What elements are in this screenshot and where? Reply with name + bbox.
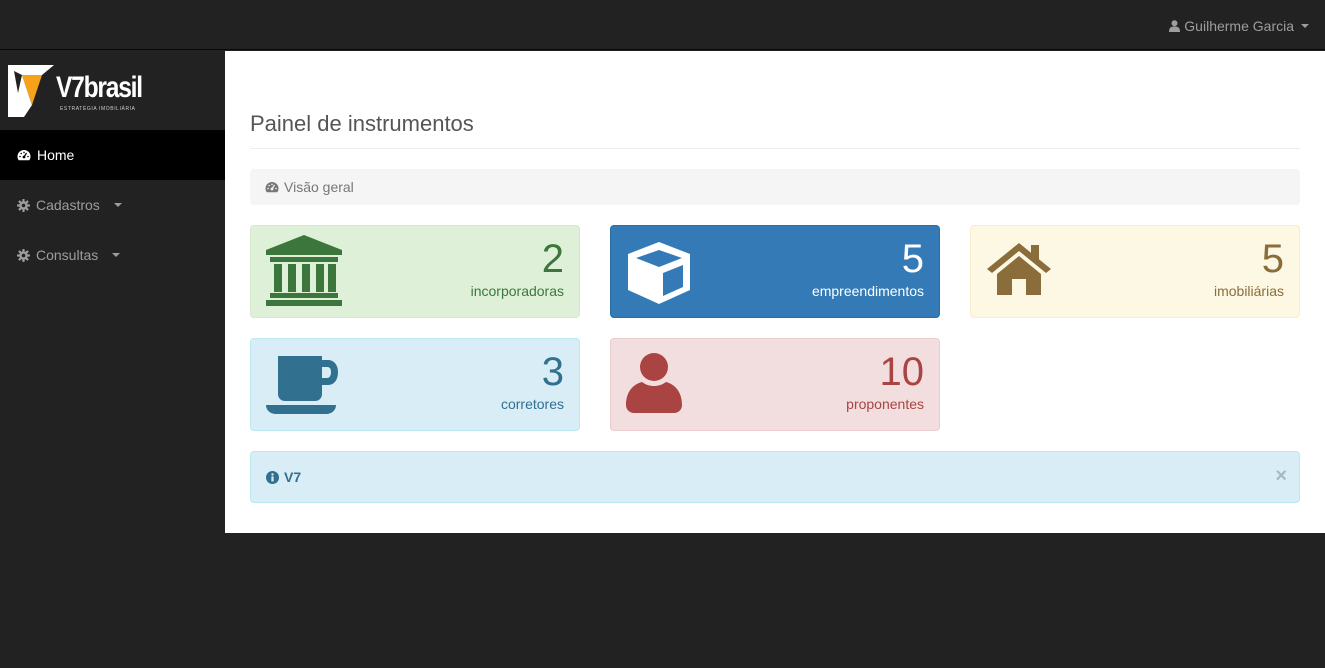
sidebar-item-label: Cadastros (36, 197, 100, 213)
sidebar-item-label: Consultas (36, 247, 99, 263)
sidebar-item-home[interactable]: Home (0, 130, 225, 180)
card-label: incorporadoras (470, 283, 564, 299)
card-label: corretores (500, 396, 564, 412)
dashboard-icon (265, 182, 279, 193)
brand-tagline: ESTRATÉGIA IMOBILIÁRIA (60, 106, 136, 112)
alert-text: V7 (284, 469, 302, 485)
sidebar: V7brasil ESTRATÉGIA IMOBILIÁRIA Home Cad… (0, 51, 225, 668)
card-corretores[interactable]: 3 corretores (250, 338, 580, 431)
card-imobiliarias[interactable]: 5 imobiliárias (970, 225, 1300, 318)
user-icon (626, 353, 682, 413)
user-name: Guilherme Garcia (1184, 18, 1294, 34)
card-label: imobiliárias (1213, 283, 1284, 299)
page-title: Painel de instrumentos (250, 111, 474, 136)
bank-icon (266, 235, 342, 306)
card-proponentes[interactable]: 10 proponentes (610, 338, 940, 431)
cube-icon (628, 242, 690, 304)
info-alert: V7 × (250, 451, 1300, 503)
close-icon[interactable]: × (1275, 466, 1287, 486)
card-value: 2 (541, 237, 564, 281)
sidebar-nav: Home Cadastros Consultas (0, 130, 225, 280)
coffee-icon (266, 356, 338, 414)
chevron-down-icon (113, 203, 122, 207)
breadcrumb-label: Visão geral (284, 179, 354, 195)
card-label: proponentes (846, 396, 924, 412)
dashboard-icon (17, 150, 31, 161)
user-icon (1169, 20, 1181, 32)
info-icon (266, 470, 279, 484)
card-value: 10 (879, 350, 925, 394)
card-value: 3 (541, 350, 564, 394)
main-content: Painel de instrumentos Visão geral 2 inc… (225, 51, 1325, 533)
brand-name: V7brasil (56, 71, 143, 104)
card-value: 5 (1261, 237, 1284, 281)
card-label: empreendimentos (811, 283, 924, 299)
brand-logo[interactable]: V7brasil ESTRATÉGIA IMOBILIÁRIA (8, 65, 143, 117)
logo-mark-icon (8, 65, 54, 117)
top-navbar: Guilherme Garcia (0, 0, 1325, 50)
sidebar-item-consultas[interactable]: Consultas (0, 230, 225, 280)
chevron-down-icon (112, 253, 121, 257)
card-value: 5 (901, 237, 924, 281)
chevron-down-icon (1301, 24, 1309, 28)
page-header: Painel de instrumentos (250, 111, 1300, 149)
gear-icon (17, 248, 30, 262)
sidebar-item-label: Home (37, 147, 75, 163)
user-menu[interactable]: Guilherme Garcia (1169, 16, 1309, 36)
card-empreendimentos[interactable]: 5 empreendimentos (610, 225, 940, 318)
gear-icon (17, 198, 30, 212)
card-incorporadoras[interactable]: 2 incorporadoras (250, 225, 580, 318)
sidebar-item-cadastros[interactable]: Cadastros (0, 180, 225, 230)
breadcrumb: Visão geral (250, 169, 1300, 205)
home-icon (987, 243, 1051, 295)
